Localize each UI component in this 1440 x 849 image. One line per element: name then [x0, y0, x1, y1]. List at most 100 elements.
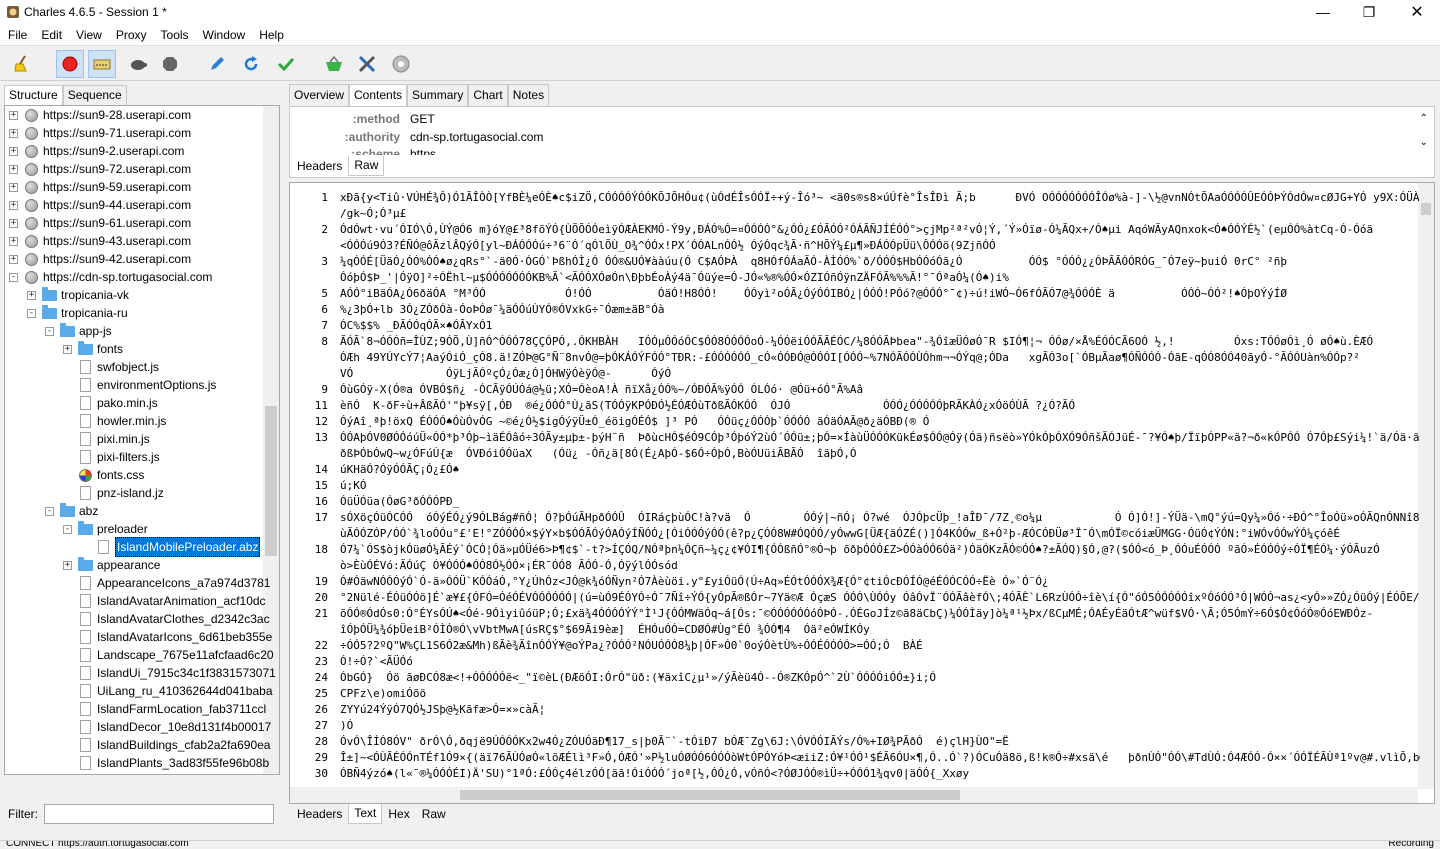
tree-node[interactable]: howler.min.js: [63, 412, 166, 430]
line-number: 28: [314, 735, 328, 748]
shopping-basket-button[interactable]: [320, 50, 348, 78]
collapse-icon[interactable]: -: [45, 326, 54, 336]
menu-proxy[interactable]: Proxy: [108, 28, 153, 42]
restore-button[interactable]: ❐: [1346, 0, 1392, 24]
tree-node[interactable]: IslandWeed_66e5401ecc31f522c: [63, 772, 275, 774]
tree-node[interactable]: + appearance: [63, 556, 160, 574]
tree-node[interactable]: AppearanceIcons_a7a974d3781: [63, 574, 270, 592]
minimize-button[interactable]: —: [1300, 0, 1346, 24]
tree-node[interactable]: IslandDecor_10e8d131f4b00017: [63, 718, 271, 736]
tab-response-text[interactable]: Text: [348, 804, 383, 824]
tree-node[interactable]: Landscape_7675e11afcfaad6c20: [63, 646, 274, 664]
expand-icon[interactable]: +: [9, 164, 18, 174]
tree-node[interactable]: pako.min.js: [63, 394, 158, 412]
tab-notes[interactable]: Notes: [507, 84, 550, 106]
menu-view[interactable]: View: [68, 28, 108, 42]
menu-help[interactable]: Help: [251, 28, 290, 42]
menu-window[interactable]: Window: [195, 28, 252, 42]
expand-icon[interactable]: +: [63, 344, 72, 354]
tab-overview[interactable]: Overview: [289, 84, 350, 106]
tree-node[interactable]: - https://cdn-sp.tortugasocial.com: [9, 268, 212, 286]
tab-chart[interactable]: Chart: [468, 84, 508, 106]
close-button[interactable]: ✕: [1394, 0, 1440, 24]
tree-node[interactable]: + tropicania-vk: [27, 286, 129, 304]
line-number: 16: [314, 495, 328, 508]
tree-node[interactable]: fonts.css: [63, 466, 144, 484]
tree-node[interactable]: - app-js: [45, 322, 112, 340]
tab-summary[interactable]: Summary: [407, 84, 469, 106]
clear-session-button[interactable]: [8, 50, 36, 78]
record-button[interactable]: [56, 50, 84, 78]
tree-node[interactable]: + https://sun9-42.userapi.com: [9, 250, 191, 268]
repeat-button[interactable]: [237, 50, 265, 78]
expand-icon[interactable]: +: [9, 110, 18, 120]
collapse-icon[interactable]: -: [27, 308, 36, 318]
collapse-icon[interactable]: -: [45, 506, 54, 516]
tree-node[interactable]: + https://sun9-43.userapi.com: [9, 232, 191, 250]
tree-node[interactable]: pnz-island.jz: [63, 484, 164, 502]
tree-node[interactable]: IslandBuildings_cfab2a2fa690ea: [63, 736, 270, 754]
tree-node[interactable]: IslandAvatarIcons_6d61beb355e: [63, 628, 272, 646]
scroll-up-icon[interactable]: ⌃: [1420, 113, 1428, 124]
expand-icon[interactable]: +: [9, 218, 18, 228]
tree-node[interactable]: + fonts: [63, 340, 123, 358]
expand-icon[interactable]: +: [9, 254, 18, 264]
tab-response-headers[interactable]: Headers: [291, 804, 348, 824]
tools-button[interactable]: [353, 50, 381, 78]
scroll-down-icon[interactable]: ⌄: [1420, 137, 1428, 148]
tree-node[interactable]: - preloader: [63, 520, 148, 538]
tree-node[interactable]: IslandAvatarClothes_d2342c3ac: [63, 610, 270, 628]
menu-tools[interactable]: Tools: [153, 28, 195, 42]
breakpoints-button[interactable]: [124, 50, 152, 78]
tree-node[interactable]: - abz: [45, 502, 98, 520]
expand-icon[interactable]: +: [63, 560, 72, 570]
tab-request-raw[interactable]: Raw: [348, 156, 385, 176]
expand-icon[interactable]: +: [9, 182, 18, 192]
body-vertical-scrollbar[interactable]: [1418, 183, 1434, 789]
expand-icon[interactable]: +: [9, 200, 18, 210]
tree-node[interactable]: - tropicania-ru: [27, 304, 128, 322]
expand-icon[interactable]: +: [9, 128, 18, 138]
tree-node[interactable]: + https://sun9-61.userapi.com: [9, 214, 191, 232]
compose-button[interactable]: [203, 50, 231, 78]
filter-input[interactable]: [44, 804, 274, 824]
tree-node[interactable]: + https://sun9-71.userapi.com: [9, 124, 191, 142]
tab-request-headers[interactable]: Headers: [291, 156, 348, 176]
menu-file[interactable]: File: [0, 28, 33, 42]
tab-sequence[interactable]: Sequence: [62, 85, 127, 105]
tab-response-hex[interactable]: Hex: [382, 804, 415, 824]
tree-node[interactable]: IslandAvatarAnimation_acf10dc: [63, 592, 266, 610]
tree-node[interactable]: + https://sun9-44.userapi.com: [9, 196, 191, 214]
tree-node[interactable]: swfobject.js: [63, 358, 159, 376]
expand-icon[interactable]: +: [9, 146, 18, 156]
tree-node-label: https://sun9-71.userapi.com: [43, 126, 192, 140]
body-horizontal-scrollbar[interactable]: [290, 787, 1418, 803]
tree-node[interactable]: pixi-filters.js: [63, 448, 160, 466]
tree-node[interactable]: IslandPlants_3ad83f55fe96b08b: [63, 754, 269, 772]
tree-node[interactable]: + https://sun9-2.userapi.com: [9, 142, 184, 160]
tree-node[interactable]: + https://sun9-72.userapi.com: [9, 160, 191, 178]
tab-response-raw[interactable]: Raw: [416, 804, 452, 824]
stop-icon: [163, 57, 177, 71]
tab-contents[interactable]: Contents: [349, 84, 408, 106]
body-text-line: ÓdÓwt·vu´ÓIÓ\Ó,ÙÝ@Ó6 m}óY@£³8fõÝÓ{ÙÕÕÓÓe…: [340, 223, 1374, 236]
throttle-button[interactable]: [88, 50, 116, 78]
tree-node[interactable]: UiLang_ru_410362644d041baba: [63, 682, 273, 700]
stop-button[interactable]: [156, 50, 184, 78]
menu-edit[interactable]: Edit: [33, 28, 68, 42]
validate-button[interactable]: [272, 50, 300, 78]
expand-icon[interactable]: +: [9, 236, 18, 246]
tab-structure[interactable]: Structure: [4, 85, 63, 105]
tree-node[interactable]: + https://sun9-28.userapi.com: [9, 106, 191, 124]
tree-node[interactable]: environmentOptions.js: [63, 376, 216, 394]
tree-node[interactable]: IslandFarmLocation_fab3711ccl: [63, 700, 266, 718]
tree-node[interactable]: IslandUi_7915c34c1f3831573071: [63, 664, 276, 682]
tree-node[interactable]: pixi.min.js: [63, 430, 150, 448]
expand-icon[interactable]: +: [27, 290, 36, 300]
tree-node[interactable]: IslandMobilePreloader.abz: [81, 537, 261, 557]
tree-node-label: swfobject.js: [97, 360, 160, 374]
collapse-icon[interactable]: -: [9, 272, 18, 282]
tree-node[interactable]: + https://sun9-59.userapi.com: [9, 178, 191, 196]
collapse-icon[interactable]: -: [63, 524, 72, 534]
settings-button[interactable]: [387, 50, 415, 78]
